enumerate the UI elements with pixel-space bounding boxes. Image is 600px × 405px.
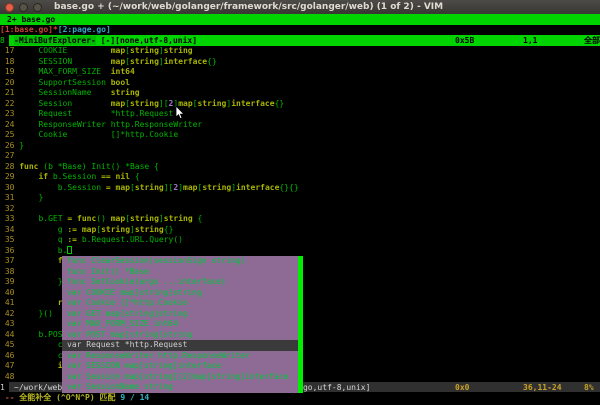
buffer-tab-page-go[interactable]: [2:page.go] <box>58 25 111 34</box>
line-number: 48 <box>0 372 15 383</box>
code-line[interactable]: 35 q := b.Request.URL.Query() <box>0 235 600 246</box>
line-number: 25 <box>0 130 15 141</box>
completion-item[interactable]: var GET map[string]string <box>62 309 303 320</box>
minibufexplorer-label: -MiniBufExplorer- <box>14 36 96 45</box>
cursor-position: 1,1 <box>523 35 537 46</box>
minibufexplorer-statusline: 8 -MiniBufExplorer- [-][none,utf-8,unix]… <box>0 35 600 46</box>
code-line[interactable]: 23 Request *http.Request <box>0 109 600 120</box>
line-number: 17 <box>0 46 15 57</box>
line-number: 44 <box>0 330 15 341</box>
line-number: 27 <box>0 151 15 162</box>
code-line[interactable]: 24 ResponseWriter http.ResponseWriter <box>0 120 600 131</box>
line-number: 24 <box>0 120 15 131</box>
minimize-icon[interactable] <box>19 3 28 12</box>
line-number: 38 <box>0 267 15 278</box>
completion-mode-text: 全能补全 (^O^N^P) <box>19 393 94 402</box>
window-title: base.go + (~/work/web/golanger/framework… <box>54 2 443 12</box>
line-number: 20 <box>0 78 15 89</box>
code-line[interactable]: 19 MAX_FORM_SIZE int64 <box>0 67 600 78</box>
line-number: 30 <box>0 183 15 194</box>
line-number: 34 <box>0 225 15 236</box>
code-line[interactable]: 34 g := map[string]string{} <box>0 225 600 236</box>
completion-item[interactable]: func ClearSession(sessionSign string) <box>62 256 303 267</box>
line-number: 32 <box>0 204 15 215</box>
completion-item[interactable]: var Session map[string][2]map[string]int… <box>62 372 303 383</box>
maximize-icon[interactable] <box>33 3 42 12</box>
code-line[interactable]: 36 b. <box>0 246 600 257</box>
minibufexplorer-buffer-list: [1:base.go]*[2:page.go] <box>0 25 600 35</box>
completion-item[interactable]: var COOKIE map[string]string <box>62 288 303 299</box>
code-line[interactable]: 33 b.GET = func() map[string]string { <box>0 214 600 225</box>
line-number: 22 <box>0 99 15 110</box>
text-cursor <box>67 246 72 255</box>
vim-window: base.go + (~/work/web/golanger/framework… <box>0 0 600 405</box>
line-number: 31 <box>0 193 15 204</box>
vim-tabline: 2+ base.go <box>0 14 600 25</box>
code-line[interactable]: 32 <box>0 204 600 215</box>
completion-item[interactable]: var SESSION map[string]interface <box>62 361 303 372</box>
match-label: 匹配 <box>99 393 115 402</box>
line-number: 18 <box>0 57 15 68</box>
code-line[interactable]: 31 } <box>0 193 600 204</box>
code-line[interactable]: 29 if b.Session == nil { <box>0 172 600 183</box>
command-line: -- 全能补全 (^O^N^P) 匹配 9 / 14 <box>0 392 600 403</box>
completion-item[interactable]: var POST map[string]string <box>62 330 303 341</box>
completion-item-selected[interactable]: var Request *http.Request <box>62 340 303 351</box>
code-line[interactable]: 27 <box>0 151 600 162</box>
completion-item[interactable]: var ResponseWriter http.ResponseWriter <box>62 351 303 362</box>
line-number: 46 <box>0 351 15 362</box>
code-line[interactable]: 22 Session map[string][2]map[string]inte… <box>0 99 600 110</box>
line-number: 37 <box>0 256 15 267</box>
scroll-position: 全部 <box>584 35 600 46</box>
close-icon[interactable] <box>5 3 14 12</box>
line-number: 21 <box>0 88 15 99</box>
code-line[interactable]: 28func (b *Base) Init() *Base { <box>0 162 600 173</box>
code-line[interactable]: 30 b.Session = map[string][2]map[string]… <box>0 183 600 194</box>
line-number: 43 <box>0 319 15 330</box>
completion-item[interactable]: func SetCookie(args ...interface) <box>62 277 303 288</box>
line-number: 29 <box>0 172 15 183</box>
line-number: 28 <box>0 162 15 173</box>
buffer-tab-base-go[interactable]: [1:base.go]* <box>0 25 58 34</box>
line-number: 40 <box>0 288 15 299</box>
line-number: 41 <box>0 298 15 309</box>
line-number: 23 <box>0 109 15 120</box>
code-line[interactable]: 21 SessionName string <box>0 88 600 99</box>
completion-item[interactable]: func Init() *Base <box>62 267 303 278</box>
code-line[interactable]: 25 Cookie []*http.Cookie <box>0 130 600 141</box>
minibufexplorer-flags: [-][none,utf-8,unix] <box>96 36 197 45</box>
completion-item[interactable]: var Cookie []*http.Cookie <box>62 298 303 309</box>
match-count: 9 / 14 <box>120 393 149 402</box>
line-number: 35 <box>0 235 15 246</box>
tab-label[interactable]: 2+ base.go <box>7 15 55 24</box>
char-hex-value: 0x5B <box>455 35 474 46</box>
line-number: 39 <box>0 277 15 288</box>
completion-item[interactable]: var SessionName string <box>62 382 303 393</box>
line-number: 19 <box>0 67 15 78</box>
completion-popup: func ClearSession(sessionSign string)fun… <box>62 256 303 393</box>
code-line[interactable]: 17 COOKIE map[string]string <box>0 46 600 57</box>
completion-item[interactable]: var MAX_FORM_SIZE int64 <box>62 319 303 330</box>
code-line[interactable]: 18 SESSION map[string]interface{} <box>0 57 600 68</box>
popup-scrollbar[interactable] <box>298 256 303 393</box>
window-titlebar: base.go + (~/work/web/golanger/framework… <box>0 0 600 14</box>
line-number: 47 <box>0 361 15 372</box>
mouse-cursor-icon <box>175 106 187 120</box>
line-number: 26 <box>0 141 15 152</box>
line-number: 42 <box>0 309 15 320</box>
buffer-number-badge: 8 <box>0 35 9 46</box>
line-number: 45 <box>0 340 15 351</box>
code-line[interactable]: 26} <box>0 141 600 152</box>
code-line[interactable]: 20 SupportSession bool <box>0 78 600 89</box>
line-number: 36 <box>0 246 15 257</box>
line-number: 33 <box>0 214 15 225</box>
